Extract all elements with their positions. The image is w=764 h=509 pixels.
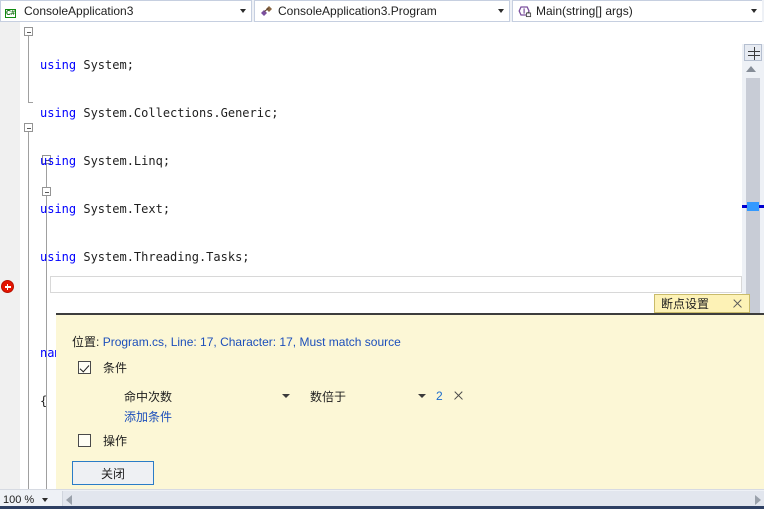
close-button[interactable]: 关闭 — [72, 461, 154, 485]
scroll-left-arrow-icon[interactable] — [66, 494, 72, 505]
code-line: using System; — [40, 58, 134, 72]
location-label: 位置 — [72, 335, 97, 349]
condition-kind-value: 命中次数 — [124, 389, 173, 404]
location-separator: : — [96, 335, 103, 349]
actions-checkbox-row[interactable]: 操作 — [78, 432, 127, 449]
conditional-breakpoint-icon[interactable] — [1, 280, 14, 293]
chevron-down-icon[interactable] — [42, 497, 49, 502]
location-value: Program.cs, Line: 17, Character: 17, Mus… — [102, 335, 401, 349]
outline-endcap — [28, 102, 33, 103]
chevron-down-icon[interactable] — [493, 1, 509, 21]
actions-label: 操作 — [103, 434, 128, 448]
scroll-right-arrow-icon[interactable] — [755, 494, 761, 505]
csharp-project-icon: C# — [5, 8, 16, 18]
condition-operator-dropdown[interactable]: 数倍于 — [310, 387, 426, 405]
zoom-level-value: 100 % — [3, 493, 35, 506]
breakpoint-settings-header: 断点设置 — [654, 294, 750, 313]
conditions-label: 条件 — [103, 361, 128, 375]
code-line: using System.Threading.Tasks; — [40, 250, 250, 264]
breakpoint-location: 位置: Program.cs, Line: 17, Character: 17,… — [72, 333, 401, 350]
outline-collapse-usings[interactable] — [24, 27, 33, 36]
close-icon[interactable] — [731, 297, 745, 311]
condition-value-field[interactable]: 2 — [436, 387, 465, 405]
remove-condition-icon[interactable] — [453, 390, 465, 402]
type-dropdown[interactable]: ConsoleApplication3.Program — [254, 0, 510, 22]
navigation-bar: C# ConsoleApplication3 ConsoleApplicatio… — [0, 0, 764, 22]
chevron-down-icon[interactable] — [746, 1, 762, 21]
conditions-checkbox-row[interactable]: 条件 — [78, 359, 127, 376]
condition-kind-dropdown[interactable]: 命中次数 — [124, 387, 300, 405]
code-line: using System.Text; — [40, 202, 171, 216]
scroll-up-arrow-icon[interactable] — [746, 66, 756, 72]
add-condition-link[interactable]: 添加条件 — [124, 408, 172, 425]
class-icon — [259, 4, 274, 19]
chevron-down-icon[interactable] — [235, 1, 251, 21]
member-dropdown-label: Main(string[] args) — [536, 4, 633, 18]
method-private-icon — [517, 4, 532, 19]
chevron-down-icon[interactable] — [418, 394, 426, 398]
breakpoint-settings-panel: 位置: Program.cs, Line: 17, Character: 17,… — [56, 313, 764, 489]
condition-value[interactable]: 2 — [436, 389, 443, 403]
current-position-marker-box — [747, 202, 759, 211]
visual-studio-editor-window: C# ConsoleApplication3 ConsoleApplicatio… — [0, 0, 764, 509]
project-dropdown-label: ConsoleApplication3 — [24, 4, 134, 18]
conditions-checkbox[interactable] — [78, 361, 91, 374]
glyph-margin[interactable] — [0, 22, 20, 489]
chevron-down-icon[interactable] — [282, 394, 290, 398]
code-line: using System.Linq; — [40, 154, 171, 168]
member-dropdown[interactable]: Main(string[] args) — [512, 0, 762, 22]
breakpoint-settings-title: 断点设置 — [661, 297, 710, 311]
outlining-margin[interactable] — [20, 22, 51, 489]
outline-vline — [28, 132, 29, 489]
code-line: using System.Collections.Generic; — [40, 106, 279, 120]
actions-checkbox[interactable] — [78, 434, 91, 447]
outline-collapse-namespace[interactable] — [24, 123, 33, 132]
outline-vline — [28, 36, 29, 102]
condition-operator-value: 数倍于 — [310, 389, 347, 404]
type-dropdown-label: ConsoleApplication3.Program — [278, 4, 437, 18]
split-view-icon[interactable] — [744, 44, 762, 61]
project-dropdown[interactable]: C# ConsoleApplication3 — [0, 0, 252, 22]
